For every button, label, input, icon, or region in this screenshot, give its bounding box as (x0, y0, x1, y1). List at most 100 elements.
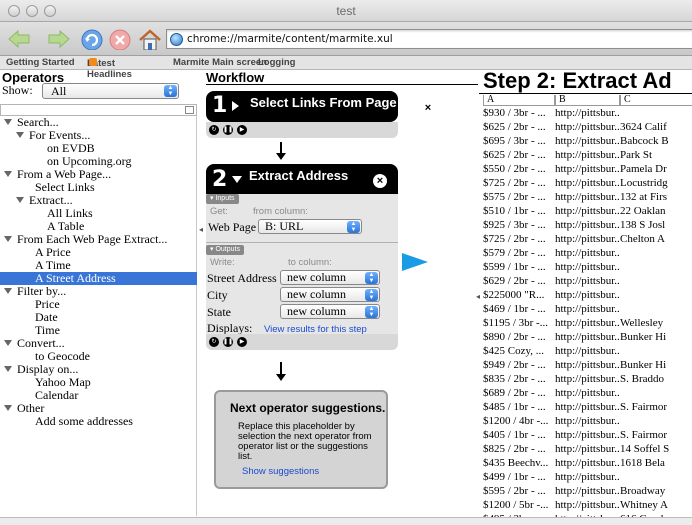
twisty-icon[interactable] (4, 288, 12, 294)
twisty-icon[interactable] (4, 405, 12, 411)
state-select[interactable]: new column ▲ ▼ (280, 304, 380, 319)
table-cell: http://pittsbur... (555, 457, 620, 469)
operator-2-title: Extract Address (249, 168, 349, 183)
refresh-icon[interactable]: ↻ (209, 125, 219, 135)
table-cell (620, 260, 692, 274)
get-label: Get: (210, 206, 228, 217)
web-page-select[interactable]: B: URL ▲ ▼ (258, 219, 362, 234)
table-cell: http://pittsbur... (555, 135, 620, 147)
twisty-icon[interactable] (16, 132, 24, 138)
table-cell: http://pittsbur... (555, 359, 620, 371)
table-cell: $890 / 2br - ... (483, 331, 546, 343)
table-cell: $930 / 3br - ... (483, 107, 546, 119)
outputs-tag-label: Outputs (215, 246, 240, 253)
operator-1-number: 1 (212, 93, 228, 118)
tree-item[interactable]: Display on... (0, 363, 197, 376)
column-header[interactable]: B (555, 95, 620, 106)
table-cell: $435 Beechv... (483, 457, 549, 469)
table-cell: http://pittsbur... (555, 107, 620, 119)
tree-item[interactable]: For Events... (0, 129, 197, 142)
table-cell: http://pittsbur... (555, 387, 620, 399)
tree-item-label: Search... (17, 115, 59, 129)
url-text: chrome://marmite/content/marmite.xul (187, 33, 393, 45)
reload-icon[interactable] (80, 28, 104, 50)
table-cell: http://pittsbur... (555, 443, 620, 455)
table-cell: http://pittsbur... (555, 373, 620, 385)
table-cell: Chelton A (620, 233, 665, 245)
home-icon[interactable] (137, 28, 163, 50)
tree-item-label: Calendar (35, 388, 79, 402)
bookmark-logging[interactable]: Logging (258, 57, 295, 68)
window-title: test (336, 4, 356, 18)
twisty-icon[interactable] (4, 366, 12, 372)
table-cell: $510 / 1br - ... (483, 205, 546, 217)
tree-item[interactable]: From a Web Page... (0, 168, 197, 181)
table-cell: Bunker Hi (620, 359, 667, 371)
table-cell: 138 S Josl (620, 219, 666, 231)
expand-triangle-icon[interactable] (232, 176, 242, 183)
table-cell (620, 302, 692, 316)
twisty-icon[interactable] (4, 340, 12, 346)
splitter-grip-left[interactable]: ◂ (199, 225, 203, 234)
operator-1-close-icon[interactable]: × (421, 101, 435, 115)
table-cell: http://pittsbur... (555, 289, 620, 301)
table-cell: http://pittsbur... (555, 471, 620, 483)
column-header[interactable]: A (483, 95, 555, 106)
collapse-triangle-icon[interactable] (232, 101, 239, 111)
column-header[interactable]: C (620, 95, 692, 106)
street-address-select[interactable]: new column ▲ ▼ (280, 270, 380, 285)
tree-item[interactable]: Date (0, 311, 197, 324)
tree-item[interactable]: From Each Web Page Extract... (0, 233, 197, 246)
operator-2-box[interactable]: 2 Extract Address × ▾ Inputs Get: from c… (206, 164, 398, 350)
tree-item-label: Yahoo Map (35, 375, 91, 389)
chevron-updown-icon: ▲ ▼ (365, 289, 378, 301)
step-title: Step 2: Extract Ad (483, 68, 672, 93)
tree-item-label: A Time (35, 258, 71, 272)
play-icon[interactable]: ▶ (237, 125, 247, 135)
table-cell: $689 / 2br - ... (483, 387, 546, 399)
tree-item[interactable]: Add some addresses (0, 415, 197, 428)
pause-icon[interactable]: ❚❚ (223, 125, 233, 135)
twisty-icon[interactable] (4, 119, 12, 125)
tree-item[interactable]: Price (0, 298, 197, 311)
city-select[interactable]: new column ▲ ▼ (280, 287, 380, 302)
tree-item-label: A Price (35, 245, 71, 259)
twisty-icon[interactable] (4, 171, 12, 177)
flow-arrow-1 (276, 142, 286, 160)
table-cell: $1200 / 4br -... (483, 415, 549, 427)
stop-icon[interactable] (108, 28, 132, 50)
table-cell: Babcock B (620, 135, 669, 147)
operator-2-close-icon[interactable]: × (373, 174, 387, 188)
forward-icon[interactable] (46, 28, 72, 50)
bookmark-marmite-main-screen[interactable]: Marmite Main screen (173, 57, 267, 68)
table-cell: $575 / 2br - ... (483, 191, 546, 203)
table-cell (620, 288, 692, 302)
table-cell: $225000 "R... (483, 289, 545, 301)
refresh-icon[interactable]: ↻ (209, 337, 219, 347)
globe-icon (170, 33, 183, 46)
tree-item[interactable]: Filter by... (0, 285, 197, 298)
bookmark-getting-started[interactable]: Getting Started (6, 57, 75, 68)
url-field[interactable]: chrome://marmite/content/marmite.xul (166, 29, 692, 49)
twisty-icon[interactable] (4, 236, 12, 242)
tree-item-label: Display on... (17, 362, 79, 376)
table-cell: http://pittsbur... (555, 163, 620, 175)
column-picker-icon[interactable] (185, 106, 194, 114)
table-cell: $1195 / 3br -... (483, 317, 548, 329)
splitter-grip-right[interactable]: ◂ (476, 292, 480, 301)
operator-2-controls: ↻ ❚❚ ▶ (206, 334, 398, 350)
table-cell: 14 Soffel S (620, 443, 670, 455)
tree-item[interactable]: Extract... (0, 194, 197, 207)
tree-item[interactable]: Convert... (0, 337, 197, 350)
tree-item[interactable]: All Links (0, 207, 197, 220)
back-icon[interactable] (6, 28, 32, 50)
show-select[interactable]: All ▲ ▼ (42, 83, 179, 99)
tree-item[interactable]: Yahoo Map (0, 376, 197, 389)
pause-icon[interactable]: ❚❚ (223, 337, 233, 347)
twisty-icon[interactable] (16, 197, 24, 203)
operator-1-box[interactable]: 1 Select Links From Page × (206, 91, 435, 122)
play-icon[interactable]: ▶ (237, 337, 247, 347)
tree-item[interactable]: A Price (0, 246, 197, 259)
table-cell: http://pittsbur... (555, 401, 620, 413)
show-suggestions-link[interactable]: Show suggestions (242, 466, 319, 477)
